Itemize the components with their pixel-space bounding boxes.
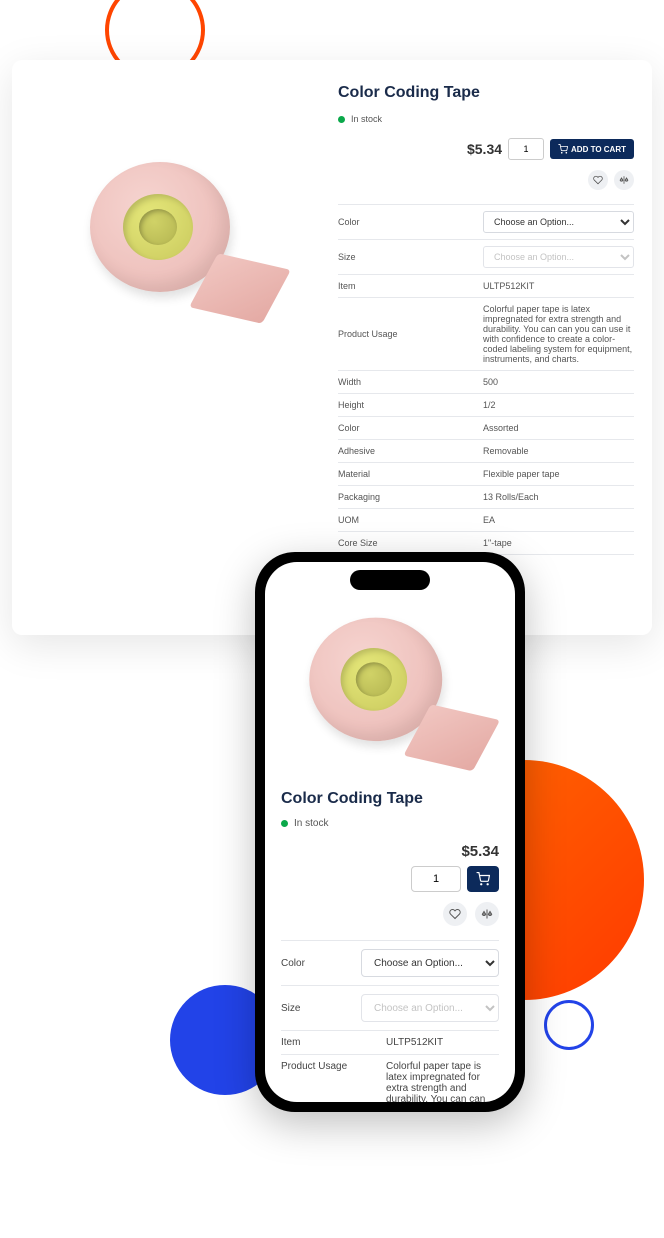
desktop-product-card: Color Coding Tape In stock $5.34 ADD TO … bbox=[12, 60, 652, 635]
stock-label: In stock bbox=[294, 818, 328, 829]
spec-label: Adhesive bbox=[338, 446, 483, 456]
stock-status-mobile: In stock bbox=[281, 818, 499, 829]
stock-dot-icon bbox=[338, 116, 345, 123]
size-select[interactable]: Choose an Option... bbox=[483, 246, 634, 268]
quantity-input-mobile[interactable] bbox=[411, 866, 461, 892]
spec-label: UOM bbox=[338, 515, 483, 525]
spec-label: Height bbox=[338, 400, 483, 410]
add-to-cart-button[interactable]: ADD TO CART bbox=[550, 139, 634, 159]
spec-label: Color bbox=[338, 423, 483, 433]
product-price: $5.34 bbox=[467, 141, 502, 157]
spec-value: 1/2 bbox=[483, 400, 634, 410]
decorative-ring-blue bbox=[544, 1000, 594, 1050]
cart-icon bbox=[558, 144, 568, 154]
spec-value: Colorful paper tape is latex impregnated… bbox=[483, 304, 634, 364]
size-select-mobile[interactable]: Choose an Option... bbox=[361, 994, 499, 1022]
spec-label: Width bbox=[338, 377, 483, 387]
color-option-label: Color bbox=[338, 217, 483, 227]
spec-row: Product UsageColorful paper tape is late… bbox=[281, 1054, 499, 1102]
spec-row: UOMEA bbox=[338, 508, 634, 531]
spec-row: AdhesiveRemovable bbox=[338, 439, 634, 462]
spec-label: Core Size bbox=[338, 538, 483, 548]
stock-dot-icon bbox=[281, 820, 288, 827]
compare-button-mobile[interactable] bbox=[475, 902, 499, 926]
spec-value: Flexible paper tape bbox=[483, 469, 634, 479]
stock-label: In stock bbox=[351, 114, 382, 124]
phone-notch bbox=[350, 570, 430, 590]
stock-status: In stock bbox=[338, 114, 634, 124]
add-to-cart-button-mobile[interactable] bbox=[467, 866, 499, 892]
spec-row: ColorAssorted bbox=[338, 416, 634, 439]
compare-icon bbox=[619, 175, 629, 185]
tape-illustration bbox=[85, 154, 265, 314]
spec-row: Width500 bbox=[338, 370, 634, 393]
spec-value: Assorted bbox=[483, 423, 634, 433]
cart-icon bbox=[476, 872, 490, 886]
spec-label: Product Usage bbox=[338, 329, 483, 339]
size-option-label: Size bbox=[338, 252, 483, 262]
spec-value: ULTP512KIT bbox=[386, 1037, 499, 1048]
spec-value: EA bbox=[483, 515, 634, 525]
wishlist-button[interactable] bbox=[588, 170, 608, 190]
color-select[interactable]: Choose an Option... bbox=[483, 211, 634, 233]
add-to-cart-label: ADD TO CART bbox=[571, 145, 626, 154]
spec-label: Item bbox=[338, 281, 483, 291]
spec-value: ULTP512KIT bbox=[483, 281, 634, 291]
spec-value: 13 Rolls/Each bbox=[483, 492, 634, 502]
spec-row: MaterialFlexible paper tape bbox=[338, 462, 634, 485]
wishlist-button-mobile[interactable] bbox=[443, 902, 467, 926]
product-price-mobile: $5.34 bbox=[281, 843, 499, 860]
tape-illustration bbox=[305, 610, 476, 762]
heart-icon bbox=[449, 908, 461, 920]
compare-icon bbox=[481, 908, 493, 920]
compare-button[interactable] bbox=[614, 170, 634, 190]
spec-value: Removable bbox=[483, 446, 634, 456]
spec-row: ItemULTP512KIT bbox=[281, 1030, 499, 1054]
color-select-mobile[interactable]: Choose an Option... bbox=[361, 949, 499, 977]
spec-row: Packaging13 Rolls/Each bbox=[338, 485, 634, 508]
spec-label: Item bbox=[281, 1037, 386, 1048]
spec-label: Packaging bbox=[338, 492, 483, 502]
product-image-mobile bbox=[281, 596, 499, 776]
spec-row: Height1/2 bbox=[338, 393, 634, 416]
color-option-label-mobile: Color bbox=[281, 958, 361, 969]
size-option-label-mobile: Size bbox=[281, 1003, 361, 1014]
spec-label: Product Usage bbox=[281, 1061, 386, 1102]
product-title: Color Coding Tape bbox=[338, 84, 634, 102]
spec-value: 1"-tape bbox=[483, 538, 634, 548]
spec-row: Product UsageColorful paper tape is late… bbox=[338, 297, 634, 370]
spec-label: Material bbox=[338, 469, 483, 479]
spec-value: 500 bbox=[483, 377, 634, 387]
quantity-input[interactable] bbox=[508, 138, 544, 160]
spec-row: ItemULTP512KIT bbox=[338, 274, 634, 297]
phone-mockup: Color Coding Tape In stock $5.34 bbox=[255, 552, 525, 1112]
product-image bbox=[30, 84, 320, 384]
product-title-mobile: Color Coding Tape bbox=[281, 790, 499, 808]
spec-value: Colorful paper tape is latex impregnated… bbox=[386, 1061, 499, 1102]
heart-icon bbox=[593, 175, 603, 185]
